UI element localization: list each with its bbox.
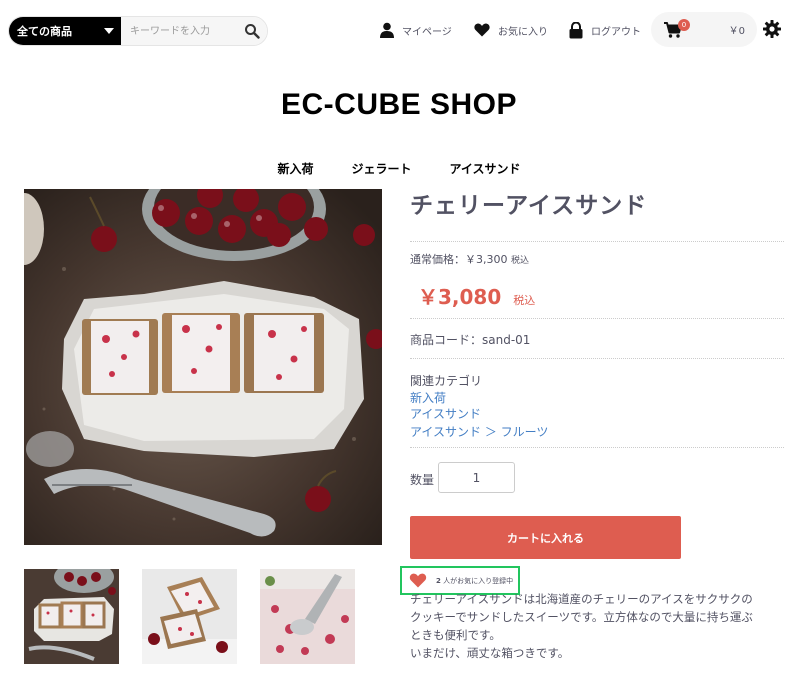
- category-new[interactable]: 新入荷: [277, 160, 313, 177]
- category-nav: 新入荷 ジェラート アイスサンド: [0, 160, 798, 177]
- quantity-input[interactable]: [438, 462, 515, 493]
- quantity-label: 数量: [410, 473, 435, 487]
- product-name: チェリーアイスサンド: [410, 193, 648, 219]
- description-line: ときも便利です。: [410, 628, 501, 642]
- category-gelato[interactable]: ジェラート: [339, 160, 411, 177]
- shop-title[interactable]: EC-CUBE SHOP: [0, 88, 798, 122]
- product-thumbnail-2[interactable]: [142, 569, 237, 664]
- product-code-value: sand-01: [482, 333, 531, 347]
- normal-price-tax: 税込: [511, 256, 530, 266]
- cart-button[interactable]: 0 ￥0: [651, 12, 757, 47]
- search-icon: [245, 24, 260, 39]
- divider: [410, 447, 784, 448]
- favorites-link[interactable]: お気に入り: [474, 20, 548, 40]
- product-main-image[interactable]: [24, 189, 382, 545]
- description-line: チェリーアイスサンドは北海道産のチェリーのアイスをサクサクの: [410, 592, 753, 606]
- search-button[interactable]: [237, 17, 267, 45]
- normal-price: 通常価格：￥3,300 税込: [410, 251, 529, 267]
- heart-icon: [409, 573, 427, 588]
- heart-icon: [474, 23, 490, 37]
- logout-label: ログアウト: [591, 26, 641, 38]
- settings-button[interactable]: [763, 20, 781, 42]
- logout-link[interactable]: ログアウト: [569, 20, 641, 40]
- sale-price-amount: ￥3,080: [418, 285, 502, 309]
- cart-total: ￥0: [728, 26, 745, 37]
- mypage-link[interactable]: マイページ: [380, 20, 452, 40]
- cart-count-badge: 0: [678, 18, 690, 31]
- normal-price-label: 通常価格：￥3,300: [410, 253, 508, 266]
- sale-price: ￥3,080 税込: [418, 281, 535, 310]
- product-code-label: 商品コード：: [410, 333, 483, 347]
- sale-price-tax: 税込: [513, 294, 536, 307]
- favorites-label: お気に入り: [498, 26, 548, 38]
- product-thumbnail-3[interactable]: [260, 569, 355, 664]
- divider: [410, 318, 784, 319]
- favorite-count: 2: [436, 576, 441, 585]
- related-categories-heading: 関連カテゴリ: [410, 374, 483, 388]
- search-bar: 全ての商品: [8, 16, 268, 46]
- product-code: 商品コード：sand-01: [410, 331, 530, 348]
- divider: [410, 358, 784, 359]
- search-input[interactable]: [121, 17, 221, 45]
- mypage-label: マイページ: [402, 26, 452, 38]
- search-category-label: 全ての商品: [17, 25, 72, 38]
- search-category-select[interactable]: 全ての商品: [9, 17, 121, 45]
- description-line: いまだけ、頑丈な箱つきです。: [410, 646, 570, 660]
- search-box: [121, 17, 267, 45]
- favorite-text: 人がお気に入り登録中: [443, 576, 514, 585]
- related-category-fruits[interactable]: アイスサンド ＞ フルーツ: [410, 423, 548, 440]
- category-ice-sand[interactable]: アイスサンド: [437, 160, 520, 177]
- gear-icon: [763, 20, 781, 38]
- lock-icon: [569, 21, 583, 39]
- description-line: クッキーでサンドしたスイーツです。立方体なので大量に持ち運ぶ: [410, 610, 753, 624]
- product-description: チェリーアイスサンドは北海道産のチェリーのアイスをサクサクの クッキーでサンドし…: [410, 590, 786, 662]
- dropdown-arrow-icon: [104, 28, 114, 34]
- divider: [410, 241, 784, 242]
- product-thumbnail-1[interactable]: [24, 569, 119, 664]
- add-to-cart-button[interactable]: カートに入れる: [410, 516, 681, 559]
- related-category-ice-sand[interactable]: アイスサンド: [410, 405, 481, 422]
- user-icon: [380, 22, 394, 38]
- related-category-new[interactable]: 新入荷: [410, 389, 446, 406]
